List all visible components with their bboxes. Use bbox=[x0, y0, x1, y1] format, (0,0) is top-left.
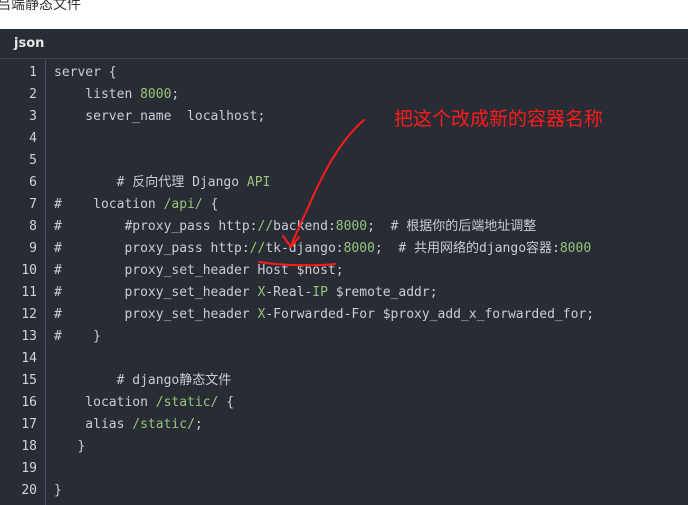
code-token: ; bbox=[171, 87, 180, 102]
line-code: listen 8000; bbox=[54, 84, 179, 106]
line-number: 8 bbox=[29, 219, 37, 234]
code-token: IP bbox=[312, 285, 328, 300]
code-token: -Forwarded-For $proxy_add_x_forwarded_fo… bbox=[265, 307, 595, 322]
line-number: 6 bbox=[29, 175, 37, 190]
line-code: } bbox=[54, 436, 85, 458]
code-language-label: json bbox=[14, 36, 45, 51]
code-token: /api/ bbox=[163, 197, 203, 212]
line-code: # proxy_pass http://tk-django:8000; # 共用… bbox=[54, 238, 591, 260]
code-token: server_name localhost; bbox=[54, 109, 266, 124]
line-number: 20 bbox=[21, 483, 37, 498]
code-token: # 反向代理 Django bbox=[54, 175, 247, 190]
code-token: { bbox=[218, 395, 235, 410]
line-number: 19 bbox=[21, 461, 37, 476]
line-number: 13 bbox=[21, 329, 37, 344]
code-token: { bbox=[202, 197, 219, 212]
code-token: -Real- bbox=[265, 285, 313, 300]
code-token: 8000 bbox=[140, 87, 172, 102]
code-language-bar: json bbox=[0, 29, 688, 59]
code-token: ; # 根据你的后端地址调整 bbox=[367, 219, 537, 234]
code-token: # proxy_set_header Host $host; bbox=[54, 263, 344, 278]
code-token: listen bbox=[54, 87, 141, 102]
code-block: json 1 server { 2 listen 8000; 3 server_nam… bbox=[0, 29, 688, 505]
line-number: 1 bbox=[29, 65, 37, 80]
code-token: /static/ bbox=[132, 417, 195, 432]
line-code: location /static/ { bbox=[54, 392, 234, 414]
line-code: server { bbox=[54, 62, 117, 84]
code-token: // bbox=[257, 219, 274, 234]
code-token: backend: bbox=[273, 219, 336, 234]
line-number: 18 bbox=[21, 439, 37, 454]
line-number: 12 bbox=[21, 307, 37, 322]
line-number: 3 bbox=[29, 109, 37, 124]
line-code: # #proxy_pass http://backend:8000; # 根据你… bbox=[54, 216, 536, 238]
code-token: } bbox=[54, 439, 86, 454]
line-code: alias /static/; bbox=[54, 414, 203, 436]
line-number: 9 bbox=[29, 241, 37, 256]
code-token: $remote_addr; bbox=[327, 285, 438, 300]
line-number: 17 bbox=[21, 417, 37, 432]
line-number: 11 bbox=[21, 285, 37, 300]
code-token: # location bbox=[54, 197, 164, 212]
code-token: location bbox=[54, 395, 156, 410]
line-number: 5 bbox=[29, 153, 37, 168]
code-token: /static/ bbox=[155, 395, 219, 410]
line-code: # } bbox=[54, 326, 101, 348]
code-token: 8000 bbox=[335, 219, 368, 234]
code-token: # } bbox=[54, 329, 101, 344]
code-token: 8000 bbox=[559, 241, 592, 256]
line-number: 14 bbox=[21, 351, 37, 366]
code-token: # proxy_set_header bbox=[54, 285, 258, 300]
code-token: # proxy_set_header bbox=[54, 307, 258, 322]
line-code: # 反向代理 Django API bbox=[54, 172, 271, 194]
code-token: # #proxy_pass http: bbox=[54, 219, 258, 234]
line-number: 10 bbox=[21, 263, 37, 278]
page-heading-fragment: 吕端静态文件 bbox=[0, 0, 81, 13]
code-token: // bbox=[249, 241, 266, 256]
code-token: alias bbox=[54, 417, 133, 432]
line-number: 16 bbox=[21, 395, 37, 410]
gutter-separator bbox=[45, 60, 46, 505]
line-number: 4 bbox=[29, 131, 37, 146]
line-code: # proxy_set_header X-Real-IP $remote_add… bbox=[54, 282, 438, 304]
code-token: } bbox=[54, 483, 62, 498]
code-token: tk-django: bbox=[265, 241, 344, 256]
line-number: 7 bbox=[29, 197, 37, 212]
code-token: # proxy_pass http: bbox=[54, 241, 250, 256]
code-token: API bbox=[246, 175, 271, 190]
code-token: # django静态文件 bbox=[54, 373, 232, 388]
code-token: server { bbox=[54, 65, 117, 80]
line-number: 2 bbox=[29, 87, 37, 102]
code-token: ; # 共用网络的django容器: bbox=[374, 241, 560, 256]
line-code: server_name localhost; bbox=[54, 106, 265, 128]
line-code: # proxy_set_header Host $host; bbox=[54, 260, 344, 282]
line-code: # django静态文件 bbox=[54, 370, 232, 392]
code-token: ; bbox=[194, 417, 203, 432]
line-code: } bbox=[54, 480, 62, 502]
line-number: 15 bbox=[21, 373, 37, 388]
line-code: # proxy_set_header X-Forwarded-For $prox… bbox=[54, 304, 594, 326]
line-code: # location /api/ { bbox=[54, 194, 218, 216]
code-token: 8000 bbox=[343, 241, 375, 256]
annotation-label: 把这个改成新的容器名称 bbox=[394, 108, 604, 130]
